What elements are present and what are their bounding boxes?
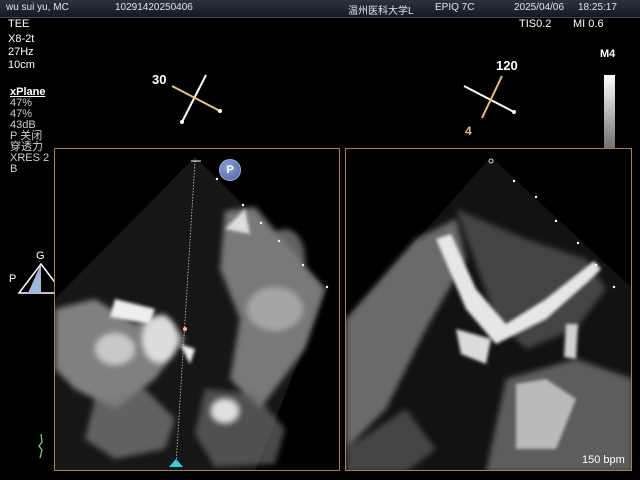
tis-index: TIS0.2 xyxy=(519,18,552,30)
header-bar: wu sui yu, MC 10291420250406 温州医科大学L EPI… xyxy=(0,0,640,18)
mi-index: MI 0.6 xyxy=(573,18,604,30)
param-line: B xyxy=(10,163,18,175)
ecg-trace-icon xyxy=(38,433,43,459)
heart-rate: 150 bpm xyxy=(582,454,625,466)
exam-date: 2025/04/06 xyxy=(514,2,565,13)
right-plane-angle[interactable]: 120 xyxy=(496,58,518,73)
patient-id: 10291420250406 xyxy=(115,2,193,13)
patient-name: wu sui yu, MC xyxy=(6,2,69,13)
right-plane-angle-icon xyxy=(463,75,516,119)
right-image-panel[interactable]: 150 bpm xyxy=(345,148,632,471)
position-badge[interactable]: P xyxy=(219,159,241,181)
left-plane-angle-icon xyxy=(171,74,222,124)
left-image-panel[interactable]: P xyxy=(54,148,340,471)
system-name: EPIQ 7C xyxy=(435,2,475,13)
orientation-top: G xyxy=(36,250,45,262)
exam-time: 18:25:17 xyxy=(578,2,617,13)
transducer-label: X8-2t xyxy=(8,33,35,45)
right-plane-sub-value: 4 xyxy=(465,124,472,138)
frame-rate: 27Hz xyxy=(8,46,34,58)
left-plane-angle[interactable]: 30 xyxy=(152,72,166,87)
depth-label: 10cm xyxy=(8,59,35,71)
mode-label: TEE xyxy=(8,18,30,30)
left-echo-image xyxy=(55,157,329,470)
right-echo-image xyxy=(346,157,631,470)
gray-map-label: M4 xyxy=(600,48,616,60)
institution-name: 温州医科大学L xyxy=(348,6,414,17)
